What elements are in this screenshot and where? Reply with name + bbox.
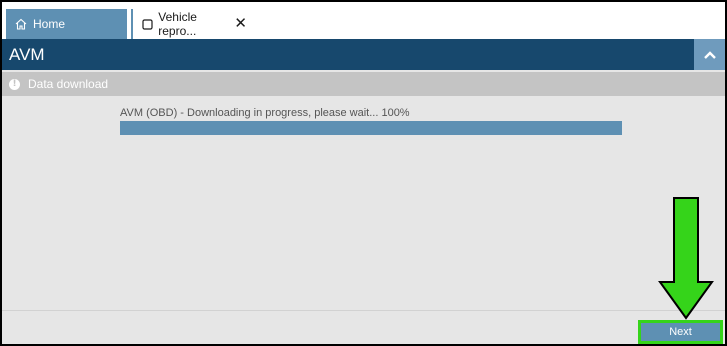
arrow-down-icon bbox=[658, 197, 714, 320]
progress-bar bbox=[120, 121, 622, 135]
tab-bar: Home Vehicle repro... ✕ bbox=[2, 2, 725, 39]
progress-status-text: AVM (OBD) - Downloading in progress, ple… bbox=[120, 107, 410, 119]
page-header: AVM bbox=[2, 39, 725, 70]
progress-bar-fill bbox=[120, 121, 622, 135]
window-icon bbox=[141, 17, 153, 31]
close-icon[interactable]: ✕ bbox=[234, 16, 247, 31]
tab-vehicle-reprogramming[interactable]: Vehicle repro... ✕ bbox=[131, 9, 247, 39]
tab-home[interactable]: Home bbox=[6, 9, 127, 39]
collapse-button[interactable] bbox=[694, 39, 725, 70]
tab-home-label: Home bbox=[33, 17, 66, 31]
chevron-up-icon bbox=[703, 45, 717, 65]
next-button[interactable]: Next bbox=[638, 320, 723, 344]
section-header: ! Data download bbox=[2, 72, 725, 96]
page-title: AVM bbox=[9, 44, 45, 64]
home-icon bbox=[14, 17, 28, 31]
info-icon: ! bbox=[9, 78, 20, 90]
tab-vehicle-label: Vehicle repro... bbox=[158, 10, 197, 38]
app-window: Home Vehicle repro... ✕ AVM ! Data downl… bbox=[0, 0, 727, 346]
section-title: Data download bbox=[28, 77, 109, 91]
footer-divider bbox=[2, 310, 725, 311]
